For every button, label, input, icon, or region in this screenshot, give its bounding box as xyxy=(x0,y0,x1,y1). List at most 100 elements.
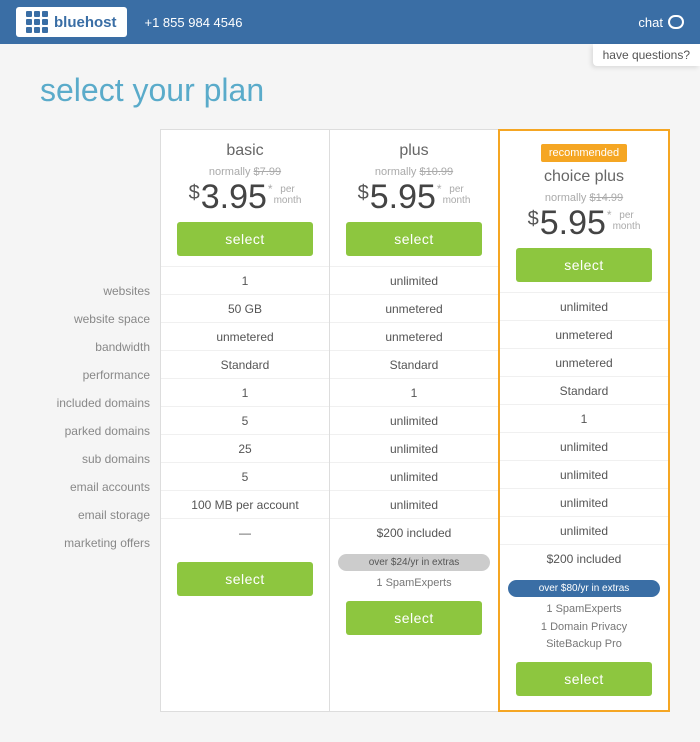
site-header: bluehost +1 855 984 4546 chat have quest… xyxy=(0,0,700,44)
plus-websites: unlimited xyxy=(330,266,498,294)
recommended-badge: recommended xyxy=(541,144,627,162)
plan-basic-price: $ 3.95 * permonth xyxy=(169,180,321,214)
plan-plus-asterisk: * xyxy=(437,182,442,196)
plan-choice-plus-name: choice plus xyxy=(508,168,660,186)
basic-parked-domains: 5 xyxy=(161,406,329,434)
basic-website-space: 50 GB xyxy=(161,294,329,322)
plan-basic-per: permonth xyxy=(274,184,302,206)
choice-websites: unlimited xyxy=(500,292,668,320)
plan-choice-plus-normally-price: $14.99 xyxy=(589,192,623,204)
choice-email-accounts: unlimited xyxy=(500,488,668,516)
label-email-accounts: email accounts xyxy=(30,473,160,501)
label-website-space: website space xyxy=(30,305,160,333)
chat-label: chat xyxy=(638,15,663,30)
basic-bandwidth: unmetered xyxy=(161,322,329,350)
phone-number[interactable]: +1 855 984 4546 xyxy=(145,15,243,30)
plan-plus-normally: normally $10.99 xyxy=(338,166,490,178)
plans-columns: basic normally $7.99 $ 3.95 * permonth s… xyxy=(160,129,670,712)
logo[interactable]: bluehost xyxy=(16,7,127,37)
plan-basic-select-bottom[interactable]: select xyxy=(177,562,314,596)
plan-basic-select-top[interactable]: select xyxy=(177,222,314,256)
plan-basic-dollar: $ xyxy=(189,182,200,205)
plus-sub-domains: unlimited xyxy=(330,434,498,462)
plan-choice-plus-per: permonth xyxy=(613,210,641,232)
logo-grid-icon xyxy=(26,11,48,33)
plan-choice-plus-asterisk: * xyxy=(607,208,612,222)
plan-plus-normally-price: $10.99 xyxy=(419,166,453,178)
choice-marketing-offers: $200 included xyxy=(500,544,668,572)
plan-choice-plus-extra-3: SiteBackup Pro xyxy=(508,636,660,654)
plan-plus-dollar: $ xyxy=(358,182,369,205)
plus-performance: Standard xyxy=(330,350,498,378)
plan-plus-name: plus xyxy=(338,142,490,160)
choice-bandwidth: unmetered xyxy=(500,348,668,376)
plus-email-accounts: unlimited xyxy=(330,462,498,490)
label-parked-domains: parked domains xyxy=(30,417,160,445)
chat-bubble-icon xyxy=(668,15,684,29)
plan-basic-normally-price: $7.99 xyxy=(254,166,282,178)
plan-plus-select-bottom[interactable]: select xyxy=(346,601,483,635)
plan-choice-plus: recommended choice plus normally $14.99 … xyxy=(498,129,670,712)
plan-choice-plus-amount: 5.95 xyxy=(540,206,606,240)
plan-plus-per: permonth xyxy=(443,184,471,206)
basic-email-storage: 100 MB per account xyxy=(161,490,329,518)
plan-choice-plus-normally: normally $14.99 xyxy=(508,192,660,204)
plan-basic-header: basic normally $7.99 $ 3.95 * permonth s… xyxy=(161,130,329,266)
basic-websites: 1 xyxy=(161,266,329,294)
plus-included-domains: 1 xyxy=(330,378,498,406)
plan-plus-extra-1: 1 SpamExperts xyxy=(338,575,490,593)
basic-included-domains: 1 xyxy=(161,378,329,406)
plan-choice-plus-dollar: $ xyxy=(528,208,539,231)
plan-basic-amount: 3.95 xyxy=(201,180,267,214)
plan-choice-plus-header: recommended choice plus normally $14.99 … xyxy=(500,131,668,292)
plan-basic-footer: select xyxy=(161,554,329,610)
plan-plus-footer: over $24/yr in extras 1 SpamExperts sele… xyxy=(330,554,498,649)
choice-included-domains: 1 xyxy=(500,404,668,432)
choice-parked-domains: unlimited xyxy=(500,432,668,460)
plan-choice-plus-extra-2: 1 Domain Privacy xyxy=(508,619,660,637)
choice-website-space: unmetered xyxy=(500,320,668,348)
plan-plus-amount: 5.95 xyxy=(370,180,436,214)
logo-text: bluehost xyxy=(54,14,117,31)
label-email-storage: email storage xyxy=(30,501,160,529)
plan-choice-plus-extra-1: 1 SpamExperts xyxy=(508,601,660,619)
plan-basic: basic normally $7.99 $ 3.95 * permonth s… xyxy=(160,129,329,712)
have-questions-label[interactable]: have questions? xyxy=(593,44,700,66)
label-websites: websites xyxy=(30,277,160,305)
label-included-domains: included domains xyxy=(30,389,160,417)
basic-email-accounts: 5 xyxy=(161,462,329,490)
choice-sub-domains: unlimited xyxy=(500,460,668,488)
feature-labels-column: websites website space bandwidth perform… xyxy=(30,129,160,557)
plan-basic-normally-label: normally xyxy=(209,166,251,178)
plus-marketing-offers: $200 included xyxy=(330,518,498,546)
plus-parked-domains: unlimited xyxy=(330,406,498,434)
plan-plus-select-top[interactable]: select xyxy=(346,222,483,256)
label-marketing-offers: marketing offers xyxy=(30,529,160,557)
plus-bandwidth: unmetered xyxy=(330,322,498,350)
plan-plus-header: plus normally $10.99 $ 5.95 * permonth s… xyxy=(330,130,498,266)
plan-choice-plus-select-bottom[interactable]: select xyxy=(516,662,653,696)
plan-plus-normally-label: normally xyxy=(375,166,417,178)
plan-basic-name: basic xyxy=(169,142,321,160)
plan-choice-plus-extras-badge: over $80/yr in extras xyxy=(508,580,660,597)
plan-choice-plus-price: $ 5.95 * permonth xyxy=(508,206,660,240)
basic-performance: Standard xyxy=(161,350,329,378)
basic-sub-domains: 25 xyxy=(161,434,329,462)
plus-website-space: unmetered xyxy=(330,294,498,322)
label-bandwidth: bandwidth xyxy=(30,333,160,361)
plan-choice-plus-select-top[interactable]: select xyxy=(516,248,653,282)
plan-basic-normally: normally $7.99 xyxy=(169,166,321,178)
plan-basic-asterisk: * xyxy=(268,182,273,196)
plan-plus-features: unlimited unmetered unmetered Standard 1… xyxy=(330,266,498,546)
label-performance: performance xyxy=(30,361,160,389)
chat-button[interactable]: chat xyxy=(638,15,684,30)
label-sub-domains: sub domains xyxy=(30,445,160,473)
plans-area: websites website space bandwidth perform… xyxy=(0,129,700,742)
plan-plus-price: $ 5.95 * permonth xyxy=(338,180,490,214)
plan-choice-plus-footer: over $80/yr in extras 1 SpamExperts 1 Do… xyxy=(500,580,668,710)
plan-choice-plus-normally-label: normally xyxy=(545,192,587,204)
choice-performance: Standard xyxy=(500,376,668,404)
plan-basic-features: 1 50 GB unmetered Standard 1 5 25 5 100 … xyxy=(161,266,329,546)
plan-plus: plus normally $10.99 $ 5.95 * permonth s… xyxy=(329,129,498,712)
plus-email-storage: unlimited xyxy=(330,490,498,518)
